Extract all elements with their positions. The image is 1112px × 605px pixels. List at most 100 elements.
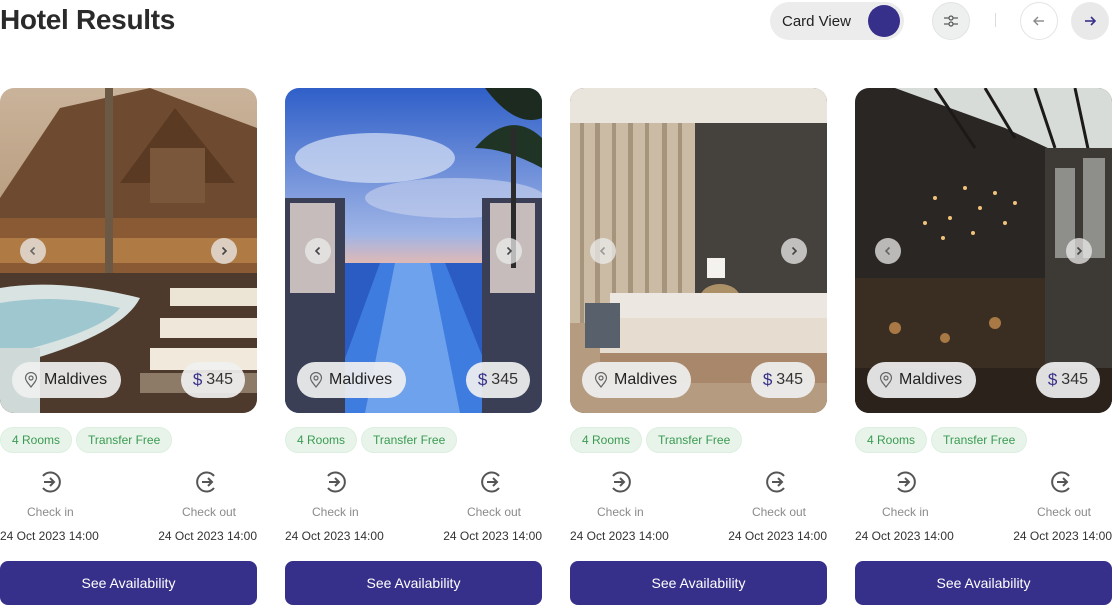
check-out-label: Check out <box>751 505 806 519</box>
check-in-icon <box>42 471 61 493</box>
photo-next-button[interactable] <box>781 238 807 264</box>
price-pill: $ 345 <box>750 362 815 398</box>
tag-list: 4 Rooms Transfer Free <box>855 427 1028 453</box>
check-in-label: Check in <box>312 505 359 519</box>
photo-prev-button[interactable] <box>590 238 616 264</box>
hotel-card: Maldives $ 345 4 Rooms Transfer Free Che… <box>285 88 542 605</box>
arrow-left-icon <box>1033 16 1044 26</box>
check-out-icon <box>1051 471 1070 493</box>
price-value: 345 <box>491 371 518 388</box>
check-out-date: 24 Oct 2023 14:00 <box>728 529 827 543</box>
price-pill: $ 345 <box>180 362 245 398</box>
check-in-label: Check in <box>882 505 929 519</box>
card-view-label: Card View <box>782 12 851 30</box>
check-out-info: Check out 24 Oct 2023 14:00 <box>157 469 257 543</box>
chevron-right-icon <box>506 246 513 256</box>
hotel-card: Maldives $ 345 4 Rooms Transfer Free Che… <box>855 88 1112 605</box>
see-availability-button[interactable]: See Availability <box>570 561 827 605</box>
hotel-photo: Maldives $ 345 <box>570 88 827 413</box>
hotel-card: Maldives $ 345 4 Rooms Transfer Free Che… <box>570 88 827 605</box>
check-out-icon <box>196 471 215 493</box>
check-out-label: Check out <box>1036 505 1091 519</box>
transfer-tag: Transfer Free <box>361 427 458 453</box>
hotel-card: Maldives $ 345 4 Rooms Transfer Free Che… <box>0 88 257 605</box>
chevron-right-icon <box>221 246 228 256</box>
check-out-label: Check out <box>466 505 521 519</box>
photo-next-button[interactable] <box>496 238 522 264</box>
see-availability-button[interactable]: See Availability <box>0 561 257 605</box>
price-value: 345 <box>776 371 803 388</box>
transfer-tag: Transfer Free <box>646 427 743 453</box>
currency-symbol: $ <box>477 370 488 389</box>
check-in-info: Check in 24 Oct 2023 14:00 <box>855 469 955 543</box>
check-out-info: Check out 24 Oct 2023 14:00 <box>727 469 827 543</box>
next-page-button[interactable] <box>1071 2 1109 40</box>
check-in-icon <box>327 471 346 493</box>
hotel-photo: Maldives $ 345 <box>855 88 1112 413</box>
check-in-label: Check in <box>597 505 644 519</box>
price-pill: $ 345 <box>465 362 530 398</box>
location-name: Maldives <box>329 371 393 388</box>
check-out-icon <box>481 471 500 493</box>
chevron-left-icon <box>314 246 321 256</box>
tag-list: 4 Rooms Transfer Free <box>0 427 173 453</box>
check-out-date: 24 Oct 2023 14:00 <box>1013 529 1112 543</box>
sliders-icon <box>944 15 958 27</box>
hotel-photo: Maldives $ 345 <box>285 88 542 413</box>
toggle-knob[interactable] <box>868 5 900 37</box>
rooms-tag: 4 Rooms <box>855 427 928 453</box>
header-divider <box>995 13 996 27</box>
card-view-toggle[interactable]: Card View <box>770 2 904 40</box>
map-pin-icon <box>309 372 323 388</box>
price-pill: $ 345 <box>1035 362 1100 398</box>
see-availability-button[interactable]: See Availability <box>855 561 1112 605</box>
filter-button[interactable] <box>932 2 970 40</box>
currency-symbol: $ <box>1047 370 1058 389</box>
chevron-right-icon <box>791 246 798 256</box>
map-pin-icon <box>879 372 893 388</box>
tag-list: 4 Rooms Transfer Free <box>570 427 743 453</box>
location-name: Maldives <box>44 371 108 388</box>
chevron-right-icon <box>1076 246 1083 256</box>
photo-prev-button[interactable] <box>20 238 46 264</box>
check-out-info: Check out 24 Oct 2023 14:00 <box>1012 469 1112 543</box>
rooms-tag: 4 Rooms <box>570 427 643 453</box>
check-in-info: Check in 24 Oct 2023 14:00 <box>570 469 670 543</box>
photo-prev-button[interactable] <box>305 238 331 264</box>
tag-list: 4 Rooms Transfer Free <box>285 427 458 453</box>
page-header: Hotel Results Card View <box>0 0 1112 44</box>
photo-prev-button[interactable] <box>875 238 901 264</box>
location-pill[interactable]: Maldives <box>12 362 122 398</box>
check-out-date: 24 Oct 2023 14:00 <box>443 529 542 543</box>
chevron-left-icon <box>884 246 891 256</box>
check-in-date: 24 Oct 2023 14:00 <box>570 529 669 543</box>
map-pin-icon <box>24 372 38 388</box>
check-out-date: 24 Oct 2023 14:00 <box>158 529 257 543</box>
arrow-right-icon <box>1085 16 1097 26</box>
check-out-icon <box>766 471 785 493</box>
price-value: 345 <box>1061 371 1088 388</box>
photo-next-button[interactable] <box>1066 238 1092 264</box>
see-availability-button[interactable]: See Availability <box>285 561 542 605</box>
check-out-info: Check out 24 Oct 2023 14:00 <box>442 469 542 543</box>
currency-symbol: $ <box>762 370 773 389</box>
previous-page-button[interactable] <box>1020 2 1058 40</box>
check-in-info: Check in 24 Oct 2023 14:00 <box>285 469 385 543</box>
location-name: Maldives <box>899 371 963 388</box>
price-value: 345 <box>206 371 233 388</box>
chevron-left-icon <box>599 246 606 256</box>
check-in-info: Check in 24 Oct 2023 14:00 <box>0 469 100 543</box>
photo-next-button[interactable] <box>211 238 237 264</box>
page-title: Hotel Results <box>0 4 176 35</box>
location-pill[interactable]: Maldives <box>867 362 977 398</box>
check-out-label: Check out <box>181 505 236 519</box>
transfer-tag: Transfer Free <box>76 427 173 453</box>
chevron-left-icon <box>29 246 36 256</box>
check-in-icon <box>612 471 631 493</box>
map-pin-icon <box>594 372 608 388</box>
location-pill[interactable]: Maldives <box>582 362 692 398</box>
check-in-date: 24 Oct 2023 14:00 <box>0 529 99 543</box>
currency-symbol: $ <box>192 370 203 389</box>
location-pill[interactable]: Maldives <box>297 362 407 398</box>
location-name: Maldives <box>614 371 678 388</box>
